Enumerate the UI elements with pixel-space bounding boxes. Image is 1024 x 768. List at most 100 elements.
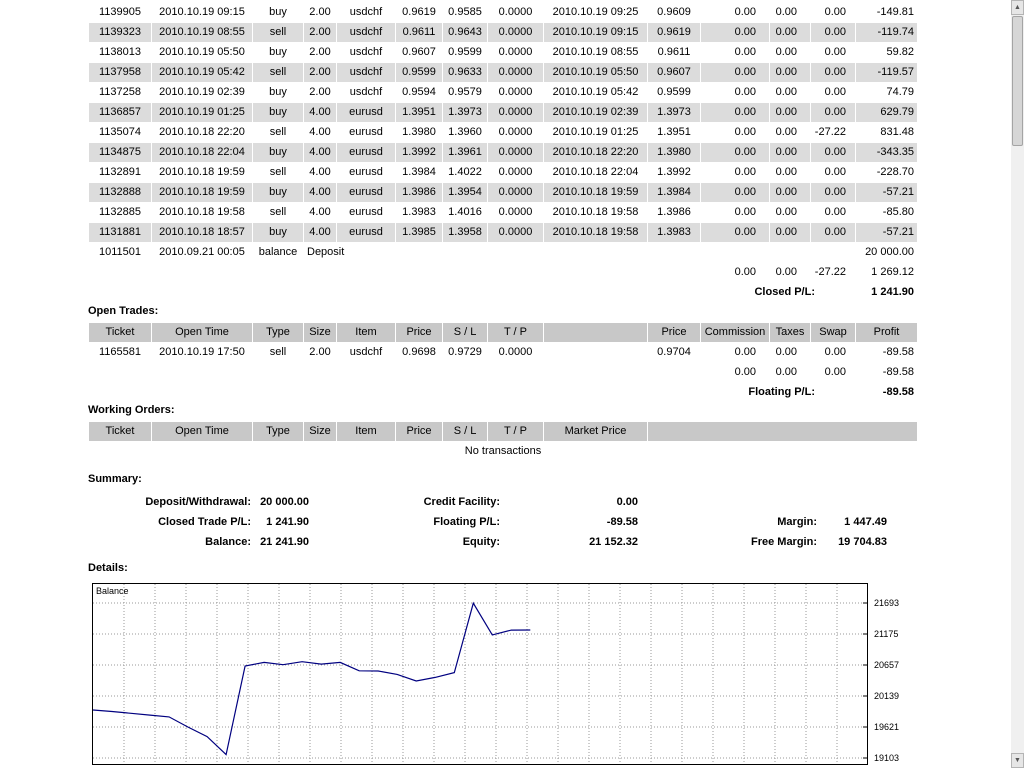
cell: 0.0000 [488,163,543,182]
summary-title: Summary: [88,472,142,486]
vertical-scrollbar[interactable]: ▲ ▼ [1011,0,1024,768]
cell: 0.00 [811,103,855,122]
cell: 4.00 [304,183,336,202]
cell: 1137258 [89,83,151,102]
cell: buy [253,223,303,242]
cell: 1.3983 [648,223,700,242]
cell: 2010.10.18 22:20 [152,123,252,142]
cell: 0.00 [701,123,769,142]
cell: 0.00 [770,203,810,222]
scroll-down-icon: ▼ [1014,757,1021,764]
closed-trades-body: 11399052010.10.19 09:15buy2.00usdchf0.96… [89,3,917,302]
cell: 2010.10.18 19:58 [544,203,647,222]
cell: 0.9594 [396,83,442,102]
cell: -27.22 [811,123,855,142]
cell: -57.21 [856,183,917,202]
no-transactions-text: No transactions [89,442,917,461]
cell: -85.80 [856,203,917,222]
column-header: Item [337,323,395,342]
cell: 4.00 [304,163,336,182]
cell: 1.3980 [648,143,700,162]
cell: 0.9619 [396,3,442,22]
cell: 0.00 [701,43,769,62]
cell: 0.0000 [488,203,543,222]
summary-label: Credit Facility: [309,492,500,512]
cell: 0.0000 [488,223,543,242]
cell: 0.00 [811,63,855,82]
cell: 0.0000 [488,63,543,82]
cell: 1139905 [89,3,151,22]
cell: 2010.10.19 08:55 [544,43,647,62]
column-header: Open Time [152,422,252,441]
summary-label: Floating P/L: [309,512,500,532]
cell: 0.00 [701,3,769,22]
column-header: Price [396,422,442,441]
closed-trade-row: 11348752010.10.18 22:04buy4.00eurusd1.39… [89,143,917,162]
column-header: Type [253,422,303,441]
cell: 0.0000 [488,23,543,42]
cell: balance [253,243,303,262]
cell: 0.9585 [443,3,487,22]
cell: -119.57 [856,63,917,82]
cell: 2010.10.18 19:59 [544,183,647,202]
cell: 1.3951 [396,103,442,122]
cell: 2010.10.19 09:15 [152,3,252,22]
cell: 1132888 [89,183,151,202]
scroll-down-button[interactable]: ▼ [1011,753,1024,768]
column-header: Item [337,422,395,441]
cell: 1.3992 [648,163,700,182]
cell [89,363,700,382]
cell: 1138013 [89,43,151,62]
cell: -119.74 [856,23,917,42]
scrollbar-thumb[interactable] [1012,16,1023,146]
cell: 0.00 [770,343,810,362]
scroll-up-button[interactable]: ▲ [1011,0,1024,15]
cell: 0.9579 [443,83,487,102]
cell: sell [253,203,303,222]
cell: 629.79 [856,103,917,122]
closed-trade-row: 11318812010.10.18 18:57buy4.00eurusd1.39… [89,223,917,242]
statement-page: { "icons": {"scroll_up": "▲", "scroll_do… [0,0,1024,768]
cell: 0.9643 [443,23,487,42]
summary-row: Deposit/Withdrawal:20 000.00Credit Facil… [88,492,887,512]
cell: 1.3986 [648,203,700,222]
cell: 2010.10.19 01:25 [544,123,647,142]
cell: 1.3973 [443,103,487,122]
closed-totals-row: 0.000.00-27.221 269.12 [89,263,917,282]
summary-value: 0.00 [500,492,638,512]
cell: 0.00 [770,123,810,142]
open-trades-title: Open Trades: [88,304,158,318]
cell: buy [253,43,303,62]
cell: 0.0000 [488,343,543,362]
cell: 0.00 [770,83,810,102]
cell: 2.00 [304,83,336,102]
cell: 1136857 [89,103,151,122]
y-axis-tick-label: 21693 [874,598,916,608]
column-header: Market Price [544,422,647,441]
cell: 0.9698 [396,343,442,362]
cell: 1.3984 [648,183,700,202]
cell: 2010.10.19 05:42 [152,63,252,82]
cell: 0.9633 [443,63,487,82]
cell: 2010.10.18 22:20 [544,143,647,162]
cell: eurusd [337,223,395,242]
cell: 1.3961 [443,143,487,162]
totals-value: -89.58 [856,363,917,382]
cell: sell [253,123,303,142]
cell: 1.3985 [396,223,442,242]
cell: 1.3973 [648,103,700,122]
closed-trades-table: 11399052010.10.19 09:15buy2.00usdchf0.96… [88,2,918,303]
column-header: Swap [811,323,855,342]
cell: usdchf [337,3,395,22]
summary-value: 1 241.90 [251,512,309,532]
y-axis-tick-label: 20139 [874,691,916,701]
cell: -149.81 [856,3,917,22]
cell: 0.00 [811,143,855,162]
floating-pl-row: Floating P/L:-89.58 [89,383,917,402]
closed-trade-row: 11399052010.10.19 09:15buy2.00usdchf0.96… [89,3,917,22]
cell: 0.00 [770,163,810,182]
cell: 0.00 [701,63,769,82]
cell: 0.9704 [648,343,700,362]
y-axis-tick-label: 21175 [874,629,916,639]
cell: 0.00 [811,43,855,62]
